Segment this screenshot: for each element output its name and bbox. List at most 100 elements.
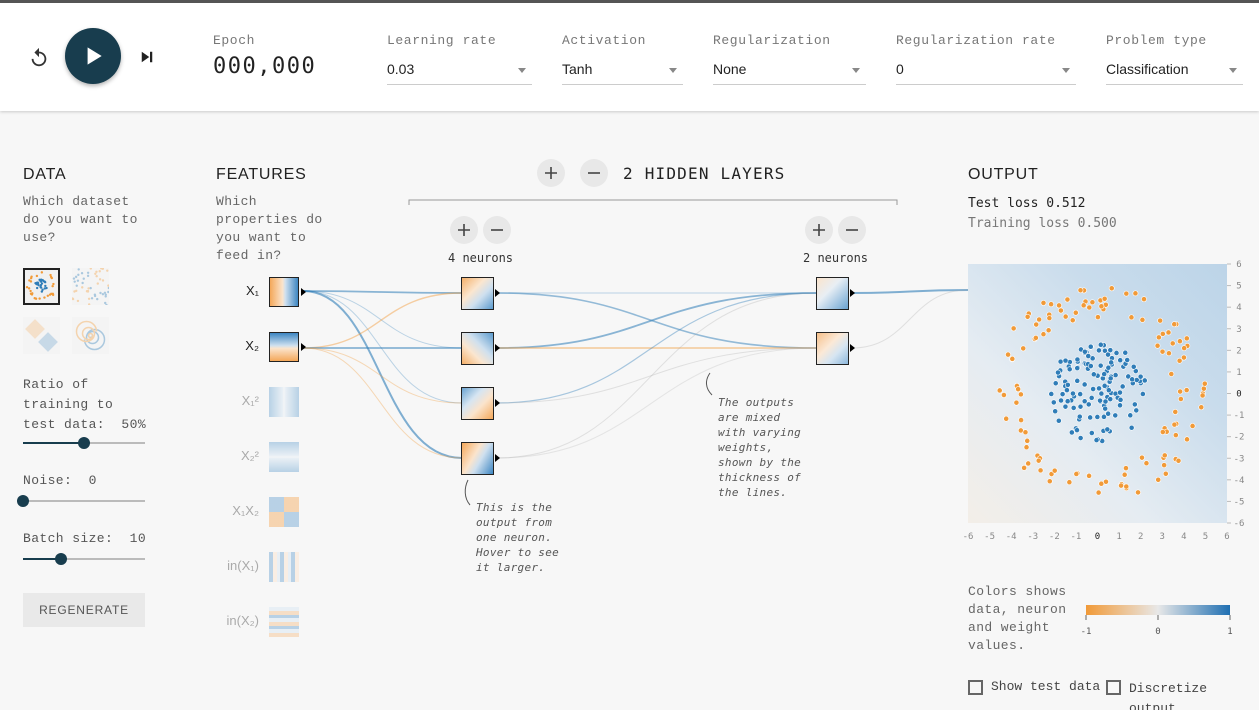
neuron-l1-2[interactable] (461, 332, 494, 365)
thumb-point (77, 268, 80, 271)
thumb-point (73, 280, 76, 283)
data-point-negative (1159, 429, 1166, 435)
data-point-positive (1087, 414, 1094, 421)
remove-neuron-layer1-button[interactable] (483, 216, 511, 244)
y-tick-label: -1 (1234, 411, 1245, 421)
data-point-negative (1024, 313, 1031, 320)
legend-tick: 1 (1227, 627, 1232, 637)
epoch-value: 000,000 (213, 54, 317, 79)
data-point-positive (1081, 348, 1088, 355)
feature-toggle[interactable] (269, 497, 299, 527)
data-point-positive (1096, 385, 1102, 392)
thumb-point (77, 273, 80, 277)
thumb-point (33, 297, 36, 300)
show-test-data-toggle[interactable]: Show test data (968, 679, 1100, 695)
step-button[interactable] (135, 45, 159, 69)
thumb-point (81, 281, 84, 285)
y-tick-label: 1 (1236, 368, 1241, 378)
dataset-circle[interactable] (23, 268, 60, 305)
thumb-point (95, 270, 98, 273)
data-point-negative (1001, 392, 1007, 398)
data-point-negative (1169, 340, 1176, 347)
data-point-negative (1154, 342, 1161, 349)
slider-thumb[interactable] (78, 437, 90, 449)
checkbox-icon[interactable] (968, 680, 983, 695)
dataset-xor[interactable] (72, 268, 109, 305)
feature-toggle[interactable] (269, 277, 299, 307)
weights-annotation: The outputs are mixed with varying weigh… (718, 396, 802, 499)
data-point-positive (1097, 397, 1103, 404)
activation-select[interactable]: Tanh (562, 61, 683, 85)
data-point-positive (1093, 437, 1100, 443)
x-tick-label: 6 (1224, 532, 1229, 542)
minus-icon (846, 229, 858, 231)
data-point-positive (1122, 349, 1129, 356)
activation-label: Activation (562, 33, 647, 48)
batch-size-label: Batch size: 10 (23, 531, 146, 546)
data-point-positive (1088, 430, 1095, 436)
remove-neuron-layer2-button[interactable] (838, 216, 866, 244)
thumb-point (76, 299, 80, 303)
remove-layer-button[interactable] (580, 159, 608, 187)
y-tick-label: 6 (1236, 260, 1241, 270)
learning-rate-select[interactable]: 0.03 (387, 61, 532, 85)
feature-toggle[interactable] (269, 442, 299, 472)
feature-toggle[interactable] (269, 387, 299, 417)
color-legend: -1 0 1 (1081, 605, 1233, 637)
add-layer-button[interactable] (537, 159, 565, 187)
dataset-spiral[interactable] (72, 317, 109, 354)
data-point-positive (1102, 405, 1109, 412)
thumb-point (87, 287, 90, 290)
feature-toggle[interactable] (269, 607, 299, 637)
data-point-negative (1037, 467, 1044, 474)
add-neuron-layer1-button[interactable] (450, 216, 478, 244)
discretize-output-toggle[interactable]: Discretize output (1106, 679, 1226, 710)
data-point-negative (1101, 295, 1108, 302)
neuron-l1-3[interactable] (461, 387, 494, 420)
data-point-negative (1123, 465, 1129, 472)
reset-button[interactable] (26, 45, 52, 71)
data-point-negative (1132, 290, 1139, 297)
data-point-negative (1010, 325, 1017, 332)
regularization-select[interactable]: None (713, 61, 866, 85)
feature-toggle[interactable] (269, 332, 299, 362)
dataset-gaussian[interactable] (23, 317, 60, 354)
neuron-l2-2[interactable] (816, 332, 849, 365)
feature-toggle[interactable] (269, 552, 299, 582)
data-point-negative (1009, 355, 1016, 362)
chevron-down-icon (1062, 68, 1070, 73)
batch-size-slider[interactable] (23, 552, 145, 566)
data-point-positive (1064, 382, 1071, 388)
data-point-negative (1199, 392, 1206, 399)
ratio-slider[interactable] (23, 436, 145, 450)
xor-dataset-icon (72, 268, 109, 305)
problem-type-select[interactable]: Classification (1106, 61, 1243, 85)
checkbox-icon[interactable] (1106, 680, 1121, 695)
y-tick-label: -6 (1234, 519, 1245, 529)
add-neuron-layer2-button[interactable] (805, 216, 833, 244)
neuron-l1-4[interactable] (461, 442, 494, 475)
data-point-positive (1057, 358, 1064, 365)
noise-slider[interactable] (17, 494, 145, 508)
regularization-rate-select[interactable]: 0 (896, 61, 1076, 85)
slider-thumb[interactable] (17, 495, 29, 507)
data-point-positive (1055, 369, 1061, 376)
data-point-negative (1181, 345, 1188, 351)
regularization-rate-value: 0 (896, 61, 904, 77)
neuron-l1-1[interactable] (461, 277, 494, 310)
minus-icon (491, 229, 503, 231)
slider-thumb[interactable] (55, 553, 67, 565)
data-point-negative (1045, 327, 1052, 334)
play-button[interactable] (65, 28, 121, 84)
thumb-point (35, 286, 39, 290)
regenerate-button[interactable]: REGENERATE (23, 593, 145, 627)
thumb-point (96, 282, 99, 285)
neuron-l2-1[interactable] (816, 277, 849, 310)
data-point-negative (1123, 483, 1130, 490)
output-heatmap[interactable]: -6 -5 -4 -3 -2 -1 0 1 2 3 4 5 6 -6 -5 -4 -3 -2 -1 0 1 2 3 4 5 6 (960, 258, 1251, 548)
data-point-positive (1102, 398, 1109, 405)
data-point-positive (1127, 412, 1134, 419)
thumb-point (89, 286, 92, 290)
y-tick-label: -4 (1234, 476, 1245, 486)
data-point-negative (1033, 321, 1040, 328)
